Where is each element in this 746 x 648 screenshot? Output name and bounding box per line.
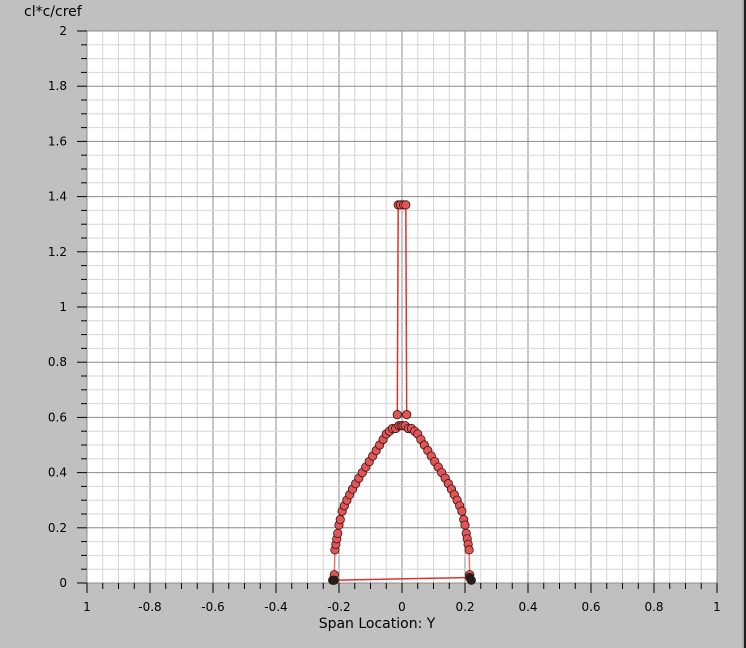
series-3-point [466, 575, 476, 585]
x-tick-label: 0.4 [518, 600, 537, 614]
series-2-point [402, 410, 412, 420]
grid-lines [86, 30, 718, 584]
y-tick-label: 2 [59, 24, 67, 38]
series-1-point [457, 506, 467, 516]
series-2-point [401, 200, 411, 210]
series-1-point [464, 545, 474, 555]
series-0-point [333, 528, 343, 538]
series-2-point [392, 410, 402, 420]
series-3-point [329, 575, 339, 585]
y-tick-label: 0.4 [48, 466, 67, 480]
x-tick-label: 1 [83, 600, 91, 614]
x-tick-label: 0.6 [581, 600, 600, 614]
y-tick-label: 1.8 [48, 79, 67, 93]
y-tick-label: 0 [59, 576, 67, 590]
series-0-point [335, 514, 345, 525]
y-tick-label: 0.8 [48, 355, 67, 369]
x-tick-label: -0.8 [138, 600, 161, 614]
y-tick-label: 1 [59, 300, 67, 314]
series-1-point [460, 520, 470, 530]
y-axis-title: cl*c/cref [24, 4, 83, 20]
lift-distribution-chart: 0 0.2 0.4 0.6 0.8 1 1.2 1.4 1.6 1.8 2 1 -0.8 -0.6 -0.4… [24, 4, 721, 632]
y-tick-label: 1.4 [48, 190, 67, 204]
x-tick-label: -0.2 [327, 600, 350, 614]
x-tick-label: 0.8 [644, 600, 663, 614]
y-tick-label: 1.2 [48, 245, 67, 259]
x-axis-title: Span Location: Y [319, 616, 436, 632]
y-tick-label: 1.6 [48, 134, 67, 148]
x-tick-label: 0 [398, 600, 406, 614]
x-tick-label: -0.4 [264, 600, 287, 614]
y-tick-label: 0.2 [48, 521, 67, 535]
x-tick-label: 0.2 [455, 600, 474, 614]
x-tick-label: -0.6 [201, 600, 224, 614]
y-tick-label: 0.6 [48, 410, 67, 424]
x-tick-label: 1 [713, 600, 721, 614]
